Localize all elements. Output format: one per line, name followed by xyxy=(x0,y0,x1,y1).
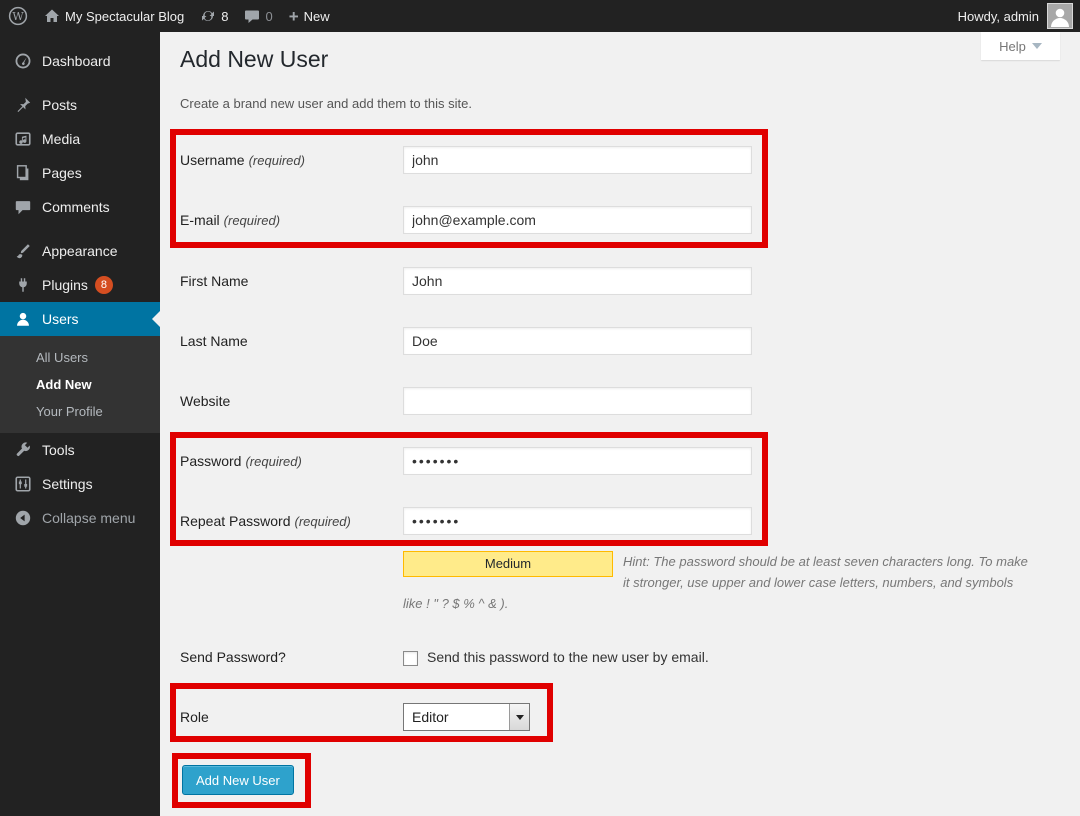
wrench-icon xyxy=(14,441,32,459)
plus-icon: + xyxy=(289,8,299,25)
sidebar-item-media[interactable]: Media xyxy=(0,122,160,156)
sidebar-label: Tools xyxy=(42,442,75,458)
sidebar-item-add-new[interactable]: Add New xyxy=(0,371,160,398)
password-hint: Medium Hint: The password should be at l… xyxy=(403,551,1033,614)
plug-icon xyxy=(14,276,32,294)
site-link[interactable]: My Spectacular Blog xyxy=(36,0,192,32)
sidebar-label: Posts xyxy=(42,97,77,113)
sidebar-label: Users xyxy=(42,311,79,327)
collapse-arrow-icon xyxy=(14,509,32,527)
svg-text:W: W xyxy=(12,10,24,23)
menu-separator xyxy=(0,78,160,88)
update-count: 8 xyxy=(221,9,228,24)
sidebar-label: Appearance xyxy=(42,243,118,259)
sidebar-label: Collapse menu xyxy=(42,510,135,526)
sidebar-item-tools[interactable]: Tools xyxy=(0,433,160,467)
website-input[interactable] xyxy=(403,387,752,415)
users-submenu: All Users Add New Your Profile xyxy=(0,336,160,433)
sidebar-label: Comments xyxy=(42,199,110,215)
sidebar-label: Media xyxy=(42,131,80,147)
main-content: Help Add New User Create a brand new use… xyxy=(160,32,1080,816)
sidebar-label: Plugins xyxy=(42,277,88,293)
send-password-checkbox[interactable] xyxy=(403,651,418,666)
sidebar-item-posts[interactable]: Posts xyxy=(0,88,160,122)
role-select[interactable]: Editor xyxy=(403,703,530,731)
chevron-down-icon xyxy=(1032,43,1042,49)
wp-logo-menu[interactable]: W xyxy=(0,0,36,32)
sidebar-item-appearance[interactable]: Appearance xyxy=(0,234,160,268)
sidebar-item-plugins[interactable]: Plugins 8 xyxy=(0,268,160,302)
sidebar-item-all-users[interactable]: All Users xyxy=(0,344,160,371)
media-icon xyxy=(14,130,32,148)
comments-icon xyxy=(14,198,32,216)
paintbrush-icon xyxy=(14,242,32,260)
last-name-input[interactable] xyxy=(403,327,752,355)
password-input[interactable] xyxy=(403,447,752,475)
howdy-account-link[interactable]: Howdy, admin xyxy=(958,9,1039,24)
repeat-password-label: Repeat Password(required) xyxy=(180,507,400,535)
pushpin-icon xyxy=(14,96,32,114)
sidebar-label: Dashboard xyxy=(42,53,111,69)
role-label: Role xyxy=(180,703,400,731)
comment-count: 0 xyxy=(265,9,272,24)
sidebar-label: Settings xyxy=(42,476,93,492)
updates-indicator[interactable]: 8 xyxy=(192,0,236,32)
plugins-update-badge: 8 xyxy=(95,276,113,294)
help-label: Help xyxy=(999,39,1026,54)
users-icon xyxy=(14,310,32,328)
avatar[interactable] xyxy=(1047,3,1073,29)
settings-sliders-icon xyxy=(14,475,32,493)
page-title: Add New User xyxy=(180,46,328,73)
wordpress-logo-icon: W xyxy=(8,6,28,26)
password-label: Password(required) xyxy=(180,447,400,475)
first-name-input[interactable] xyxy=(403,267,752,295)
pages-icon xyxy=(14,164,32,182)
admin-bar: W My Spectacular Blog 8 0 xyxy=(0,0,1080,32)
select-dropdown-button[interactable] xyxy=(509,704,529,730)
send-password-checkbox-label: Send this password to the new user by em… xyxy=(427,643,709,671)
menu-separator xyxy=(0,224,160,234)
send-password-label: Send Password? xyxy=(180,643,400,671)
page-subtitle: Create a brand new user and add them to … xyxy=(180,96,472,111)
sidebar-item-users[interactable]: Users xyxy=(0,302,160,336)
password-strength-meter: Medium xyxy=(403,551,613,577)
home-icon xyxy=(44,8,60,24)
comment-bubble-icon xyxy=(244,8,260,24)
website-label: Website xyxy=(180,387,400,415)
sidebar-item-comments[interactable]: Comments xyxy=(0,190,160,224)
dashboard-icon xyxy=(14,52,32,70)
sidebar-item-settings[interactable]: Settings xyxy=(0,467,160,501)
sidebar-label: Pages xyxy=(42,165,82,181)
comments-indicator[interactable]: 0 xyxy=(236,0,280,32)
first-name-label: First Name xyxy=(180,267,400,295)
email-input[interactable] xyxy=(403,206,752,234)
updates-icon xyxy=(200,8,216,24)
add-new-user-button[interactable]: Add New User xyxy=(182,765,294,795)
sidebar-item-dashboard[interactable]: Dashboard xyxy=(0,44,160,78)
sidebar-item-pages[interactable]: Pages xyxy=(0,156,160,190)
chevron-down-icon xyxy=(516,715,524,720)
new-label: New xyxy=(304,9,330,24)
repeat-password-input[interactable] xyxy=(403,507,752,535)
username-label: Username(required) xyxy=(180,146,400,174)
wordpress-admin: W My Spectacular Blog 8 0 xyxy=(0,0,1080,816)
site-name: My Spectacular Blog xyxy=(65,9,184,24)
sidebar-item-your-profile[interactable]: Your Profile xyxy=(0,398,160,425)
collapse-menu-button[interactable]: Collapse menu xyxy=(0,501,160,535)
help-button[interactable]: Help xyxy=(981,32,1060,60)
admin-sidebar: Dashboard Posts Media Pages xyxy=(0,32,160,816)
role-selected-value: Editor xyxy=(404,704,509,730)
email-label: E-mail(required) xyxy=(180,206,400,234)
active-menu-arrow-icon xyxy=(152,311,160,327)
new-content-menu[interactable]: + New xyxy=(281,0,338,32)
username-input[interactable] xyxy=(403,146,752,174)
last-name-label: Last Name xyxy=(180,327,400,355)
